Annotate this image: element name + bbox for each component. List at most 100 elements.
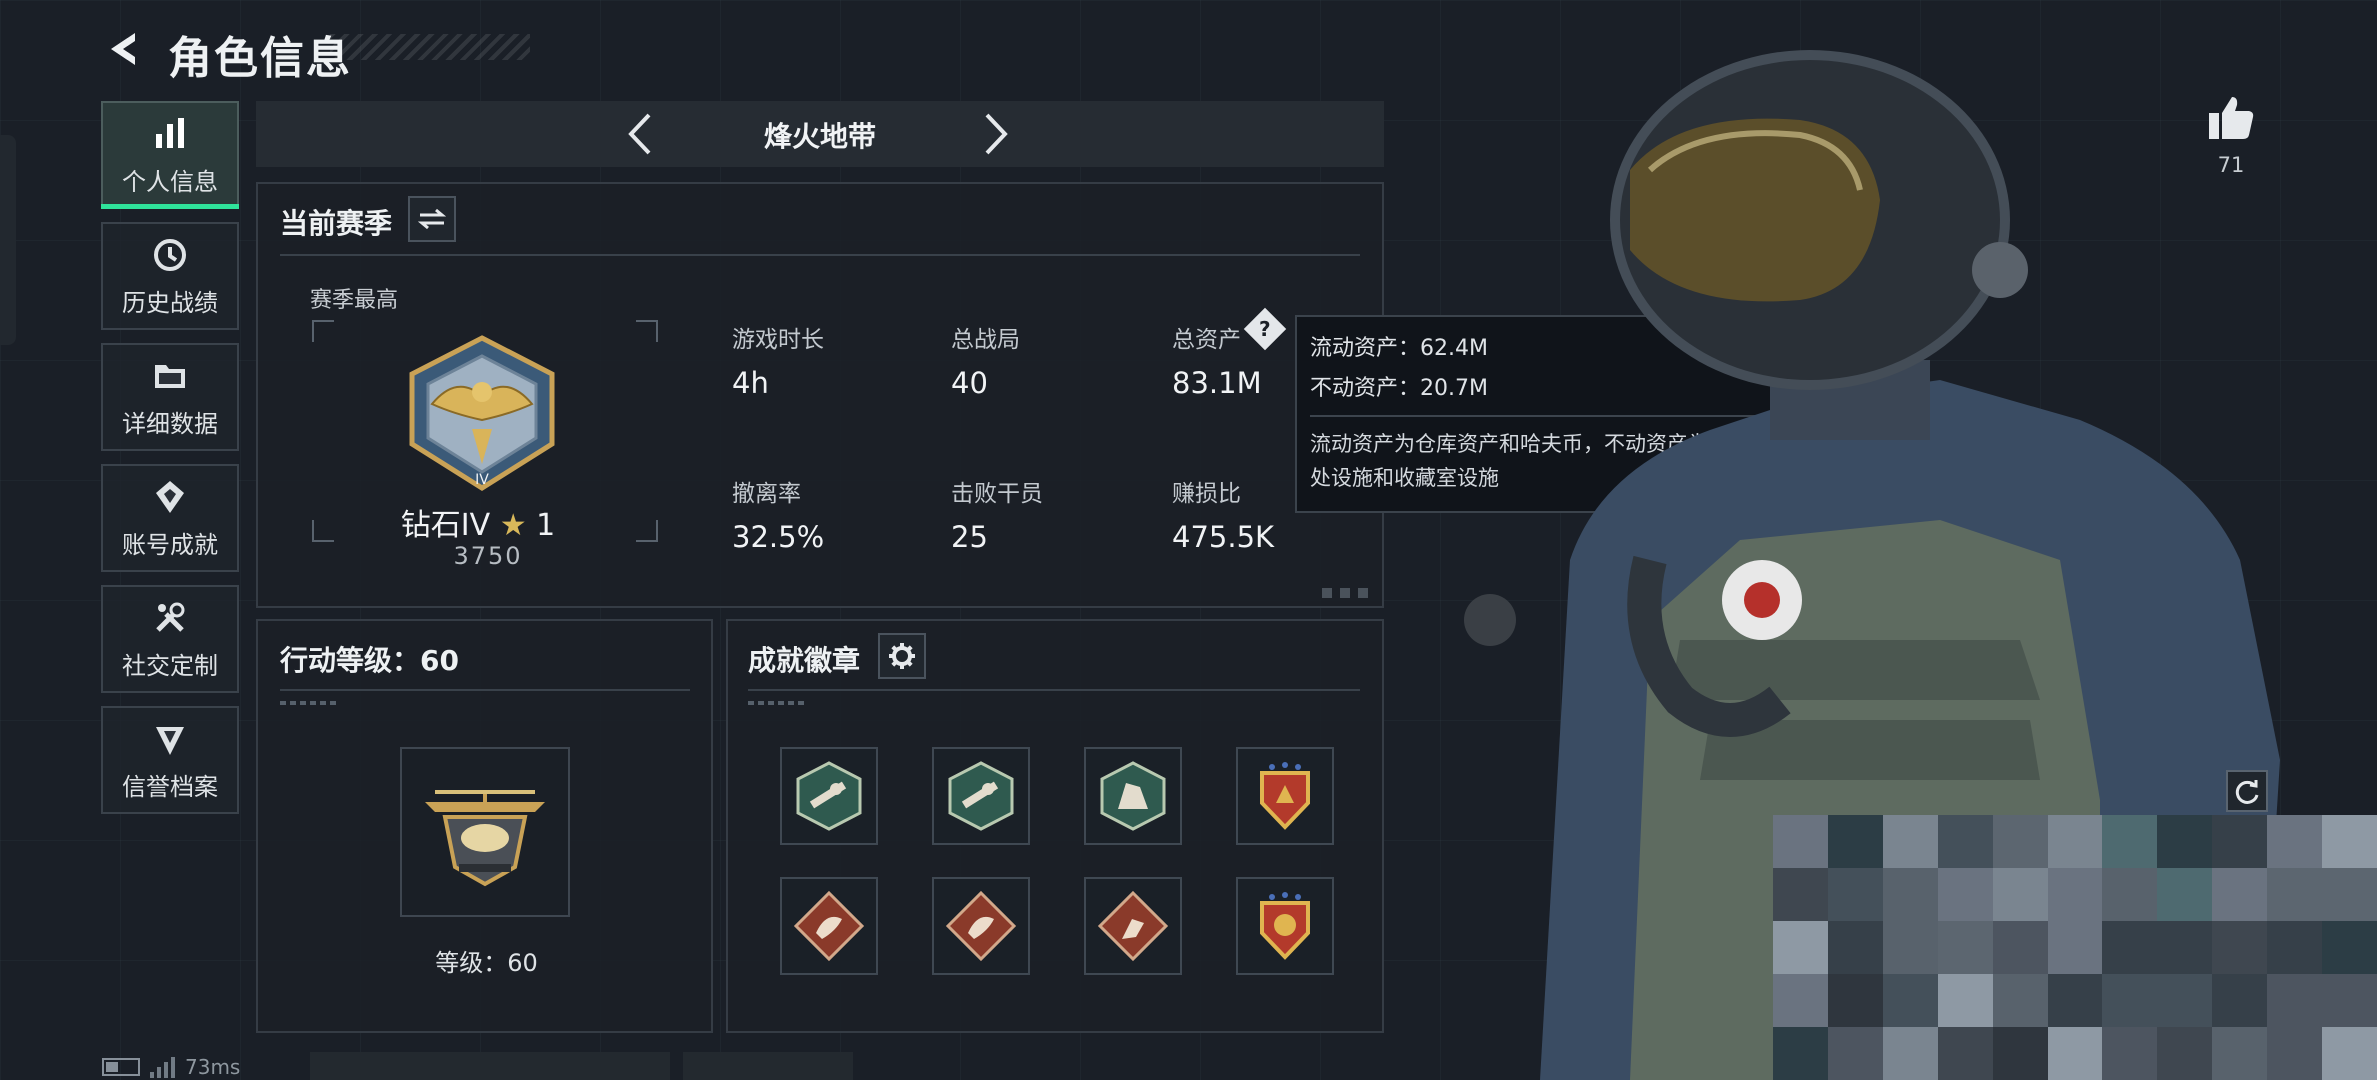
- achievement-badge[interactable]: [780, 877, 878, 975]
- chevron-right-icon: [985, 113, 1008, 155]
- back-arrow-icon: [111, 33, 135, 65]
- page-title: 角色信息: [168, 33, 352, 84]
- pixel-cell: [1992, 1027, 2048, 1080]
- rank-score: 3750: [453, 542, 523, 570]
- season-best-label: 赛季最高: [310, 288, 399, 313]
- runner-badge-icon: [1097, 890, 1169, 962]
- status-placeholder: [310, 1052, 670, 1080]
- back-button[interactable]: [100, 24, 150, 74]
- nav-label: 账号成就: [122, 530, 218, 559]
- pixel-cell: [2102, 868, 2158, 921]
- pixelated-redaction: [1773, 815, 2377, 1080]
- achievement-badge[interactable]: [932, 877, 1030, 975]
- stat-playtime: 游戏时长 4h: [732, 327, 824, 400]
- pixel-cell: [2157, 921, 2213, 974]
- dragon-badge-icon: [945, 890, 1017, 962]
- nav-label: 社交定制: [122, 651, 218, 680]
- sidebar-nav: 个人信息 历史战绩 详细数据 账号成就 社交定制 信誉档案: [101, 101, 239, 827]
- nav-item-achievements[interactable]: 账号成就: [101, 464, 239, 572]
- nav-item-history[interactable]: 历史战绩: [101, 222, 239, 330]
- rank-stars: 1: [536, 508, 556, 543]
- star-shield-badge-icon: [1260, 762, 1310, 830]
- pixel-cell: [2157, 815, 2213, 868]
- pixel-cell: [2322, 815, 2377, 868]
- divider: [280, 689, 690, 691]
- pixel-cell: [2212, 974, 2268, 1027]
- pixel-cell: [1937, 868, 1993, 921]
- nav-item-social[interactable]: 社交定制: [101, 585, 239, 693]
- pixel-cell: [2157, 1027, 2213, 1080]
- pixel-cell: [1773, 868, 1828, 921]
- season-switch-button[interactable]: [408, 196, 456, 242]
- soldier-badge-icon: [1100, 761, 1166, 831]
- battery-icon: [102, 1058, 140, 1076]
- rank-name-row: 钻石IV ★ 1: [258, 500, 698, 544]
- stat-total-matches: 总战局 40: [951, 327, 1020, 400]
- like-count: 71: [2217, 153, 2245, 177]
- pixel-cell: [2047, 815, 2103, 868]
- action-level-panel: 行动等级：60 等级：60: [256, 619, 713, 1033]
- pixel-cell: [2102, 974, 2158, 1027]
- achievement-badge[interactable]: [1236, 747, 1334, 845]
- bar-chart-icon: [150, 114, 190, 154]
- pixel-cell: [2267, 974, 2323, 1027]
- title-decoration: [330, 34, 530, 60]
- status-placeholder: [683, 1052, 853, 1080]
- pixel-cell: [1882, 974, 1938, 1027]
- achievement-title: 成就徽章: [748, 644, 861, 677]
- achievement-badge[interactable]: [1084, 747, 1182, 845]
- panel-decoration: [1322, 588, 1372, 598]
- achievement-medal-icon: [150, 477, 190, 517]
- mode-next-button[interactable]: [968, 107, 1024, 161]
- side-drawer-handle[interactable]: [0, 135, 16, 345]
- nav-label: 信誉档案: [122, 772, 218, 801]
- nav-item-personal-info[interactable]: 个人信息: [101, 101, 239, 209]
- pixel-cell: [2047, 868, 2103, 921]
- level-label: 等级：60: [435, 949, 538, 977]
- pixel-cell: [2322, 974, 2377, 1027]
- pixel-cell: [1773, 815, 1828, 868]
- status-bar: 73ms: [102, 1055, 240, 1079]
- pixel-cell: [2212, 921, 2268, 974]
- pixel-cell: [2102, 1027, 2158, 1080]
- pixel-cell: [1937, 815, 1993, 868]
- pixel-cell: [2322, 868, 2377, 921]
- pixel-cell: [1992, 868, 2048, 921]
- nav-item-reputation[interactable]: 信誉档案: [101, 706, 239, 814]
- pixel-cell: [2102, 921, 2158, 974]
- pixel-cell: [2267, 1027, 2323, 1080]
- mode-name: 烽火地带: [763, 120, 876, 153]
- star-icon: ★: [499, 508, 527, 543]
- pixel-cell: [1882, 868, 1938, 921]
- like-button[interactable]: 71: [2196, 95, 2266, 185]
- wasp-badge-icon: [948, 761, 1014, 831]
- pixel-cell: [1937, 974, 1993, 1027]
- pixel-cell: [2047, 921, 2103, 974]
- wasp-badge-icon: [796, 761, 862, 831]
- pixel-cell: [2212, 868, 2268, 921]
- pixel-cell: [1827, 921, 1883, 974]
- helicopter-emblem-icon: [425, 790, 545, 887]
- nav-label: 详细数据: [122, 409, 218, 438]
- achievement-badge[interactable]: [1084, 877, 1182, 975]
- achievement-badge[interactable]: [780, 747, 878, 845]
- dragon-badge-icon: [793, 890, 865, 962]
- pixel-cell: [1773, 974, 1828, 1027]
- pixel-cell: [1937, 1027, 1993, 1080]
- pixel-cell: [2267, 868, 2323, 921]
- level-badge[interactable]: [400, 747, 570, 917]
- season-title: 当前赛季: [280, 207, 393, 240]
- achievement-badge[interactable]: [932, 747, 1030, 845]
- pixel-cell: [2102, 815, 2158, 868]
- pixel-cell: [2322, 1027, 2377, 1080]
- pixel-cell: [2157, 974, 2213, 1027]
- achievement-badge[interactable]: [1236, 877, 1334, 975]
- ping-value: 73ms: [185, 1055, 241, 1079]
- rotate-model-button[interactable]: [2226, 770, 2268, 812]
- emblem-shield-badge-icon: [1260, 892, 1310, 960]
- pixel-cell: [2047, 1027, 2103, 1080]
- svg-text:IV: IV: [475, 472, 489, 488]
- pixel-cell: [1992, 974, 2048, 1027]
- nav-item-details[interactable]: 详细数据: [101, 343, 239, 451]
- achievement-settings-button[interactable]: [878, 633, 926, 679]
